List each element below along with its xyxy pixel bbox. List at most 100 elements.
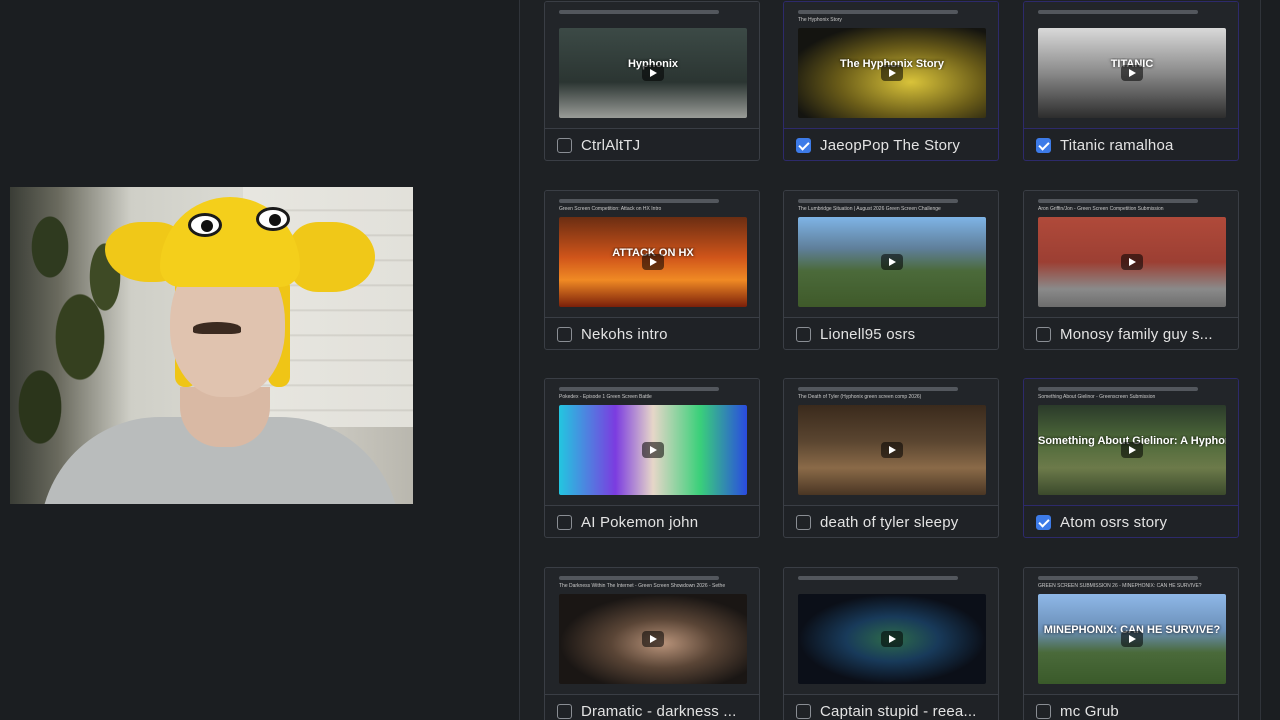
hat-eye-left (188, 213, 222, 237)
play-icon[interactable] (1121, 631, 1143, 647)
select-checkbox[interactable] (557, 515, 572, 530)
thumbnail-post-title: GREEN SCREEN SUBMISSION 26 - MINEPHONIX:… (1038, 583, 1202, 589)
submission-label: Captain stupid - reea... (820, 703, 977, 720)
thumbnail-header-bar (1038, 387, 1198, 391)
thumbnail-post-title: The Death of Tyler (Hyphonix green scree… (798, 394, 922, 400)
submission-label: Nekohs intro (581, 326, 668, 343)
thumbnail-post-title: Pokedex - Episode 1 Green Screen Battle (559, 394, 652, 400)
play-icon[interactable] (642, 254, 664, 270)
submission-caption: Captain stupid - reea... (784, 695, 998, 720)
submission-thumbnail[interactable]: Pokedex - Episode 1 Green Screen Battle (545, 379, 759, 506)
submission-card[interactable]: The Hyphonix Story The Hyphonix Story Jaeo… (783, 1, 999, 161)
submission-card[interactable]: The Death of Tyler (Hyphonix green scree… (783, 378, 999, 538)
video-preview-image: ATTACK ON HX (559, 217, 747, 307)
submission-caption: Monosy family guy s... (1024, 318, 1238, 349)
thumbnail-post-title: The Lumbridge Situation | August 2026 Gr… (798, 206, 941, 212)
thumbnail-header-bar (559, 576, 719, 580)
video-preview-image: The Hyphonix Story (798, 28, 986, 118)
select-checkbox[interactable] (1036, 515, 1051, 530)
submission-card[interactable]: GREEN SCREEN SUBMISSION 26 - MINEPHONIX:… (1023, 567, 1239, 720)
play-icon[interactable] (881, 442, 903, 458)
stream-left-area (0, 0, 519, 720)
submission-label: AI Pokemon john (581, 514, 699, 531)
select-checkbox[interactable] (1036, 138, 1051, 153)
video-preview-image: Hyphonix (559, 28, 747, 118)
submission-thumbnail[interactable]: TITANIC (1024, 2, 1238, 129)
submission-card[interactable]: The Darkness Within The Internet - Green… (544, 567, 760, 720)
select-checkbox[interactable] (796, 138, 811, 153)
select-checkbox[interactable] (1036, 704, 1051, 719)
video-preview-image: TITANIC (1038, 28, 1226, 118)
video-preview-image: Something About Gielinor: A Hyphonix Sto… (1038, 405, 1226, 495)
play-icon[interactable] (642, 65, 664, 81)
play-icon[interactable] (881, 631, 903, 647)
thumbnail-header-bar (798, 199, 958, 203)
submission-thumbnail[interactable]: Hyphonix (545, 2, 759, 129)
submission-card[interactable]: TITANIC Titanic ramalhoa (1023, 1, 1239, 161)
submission-card[interactable]: The Lumbridge Situation | August 2026 Gr… (783, 190, 999, 350)
thumbnail-header-bar (798, 576, 958, 580)
submissions-panel: Hyphonix CtrlAltTJ The Hyphonix Story The H… (519, 0, 1261, 720)
select-checkbox[interactable] (557, 138, 572, 153)
play-icon[interactable] (1121, 442, 1143, 458)
thumbnail-post-title: Aron Griffin/Jon - Green Screen Competit… (1038, 206, 1164, 212)
hat-eye-right (256, 207, 290, 231)
select-checkbox[interactable] (796, 704, 811, 719)
thumbnail-header-bar (1038, 576, 1198, 580)
video-preview-image (559, 594, 747, 684)
submission-card[interactable]: Aron Griffin/Jon - Green Screen Competit… (1023, 190, 1239, 350)
thumbnail-header-bar (559, 387, 719, 391)
submission-thumbnail[interactable]: The Darkness Within The Internet - Green… (545, 568, 759, 695)
play-icon[interactable] (881, 65, 903, 81)
submission-card[interactable]: Something About Gielinor - Greenscreen S… (1023, 378, 1239, 538)
select-checkbox[interactable] (557, 704, 572, 719)
submission-caption: Nekohs intro (545, 318, 759, 349)
play-icon[interactable] (1121, 65, 1143, 81)
submission-caption: Dramatic - darkness ... (545, 695, 759, 720)
submission-thumbnail[interactable]: Aron Griffin/Jon - Green Screen Competit… (1024, 191, 1238, 318)
submission-thumbnail[interactable] (784, 568, 998, 695)
play-icon[interactable] (881, 254, 903, 270)
select-checkbox[interactable] (557, 327, 572, 342)
submission-card[interactable]: Hyphonix CtrlAltTJ (544, 1, 760, 161)
video-preview-image: MINEPHONIX: CAN HE SURVIVE? (1038, 594, 1226, 684)
submission-thumbnail[interactable]: GREEN SCREEN SUBMISSION 26 - MINEPHONIX:… (1024, 568, 1238, 695)
submission-label: Titanic ramalhoa (1060, 137, 1174, 154)
submission-label: Lionell95 osrs (820, 326, 916, 343)
submission-caption: AI Pokemon john (545, 506, 759, 537)
thumbnail-post-title: The Hyphonix Story (798, 17, 842, 23)
submission-thumbnail[interactable]: The Death of Tyler (Hyphonix green scree… (784, 379, 998, 506)
submission-caption: mc Grub (1024, 695, 1238, 720)
submission-card[interactable]: Green Screen Competition: Attack on HX I… (544, 190, 760, 350)
submission-caption: Titanic ramalhoa (1024, 129, 1238, 160)
select-checkbox[interactable] (1036, 327, 1051, 342)
video-preview-image (798, 594, 986, 684)
submission-thumbnail[interactable]: Something About Gielinor - Greenscreen S… (1024, 379, 1238, 506)
play-icon[interactable] (642, 631, 664, 647)
submission-caption: CtrlAltTJ (545, 129, 759, 160)
thumbnail-header-bar (798, 10, 958, 14)
submission-thumbnail[interactable]: The Hyphonix Story The Hyphonix Story (784, 2, 998, 129)
select-checkbox[interactable] (796, 515, 811, 530)
submission-label: Atom osrs story (1060, 514, 1168, 531)
play-icon[interactable] (1121, 254, 1143, 270)
submission-card[interactable]: Pokedex - Episode 1 Green Screen Battle A… (544, 378, 760, 538)
submission-label: Dramatic - darkness ... (581, 703, 737, 720)
video-preview-image (798, 405, 986, 495)
submission-label: Monosy family guy s... (1060, 326, 1213, 343)
video-preview-image (798, 217, 986, 307)
streamer-mustache (193, 322, 241, 334)
video-preview-image (1038, 217, 1226, 307)
thumbnail-header-bar (798, 387, 958, 391)
submission-label: death of tyler sleepy (820, 514, 959, 531)
play-icon[interactable] (642, 442, 664, 458)
select-checkbox[interactable] (796, 327, 811, 342)
webcam-feed (10, 187, 413, 504)
submission-card[interactable]: Captain stupid - reea... (783, 567, 999, 720)
submission-caption: death of tyler sleepy (784, 506, 998, 537)
submission-thumbnail[interactable]: Green Screen Competition: Attack on HX I… (545, 191, 759, 318)
thumbnail-header-bar (559, 199, 719, 203)
thumbnail-post-title: Green Screen Competition: Attack on HX I… (559, 206, 662, 212)
thumbnail-post-title: Something About Gielinor - Greenscreen S… (1038, 394, 1156, 400)
submission-thumbnail[interactable]: The Lumbridge Situation | August 2026 Gr… (784, 191, 998, 318)
